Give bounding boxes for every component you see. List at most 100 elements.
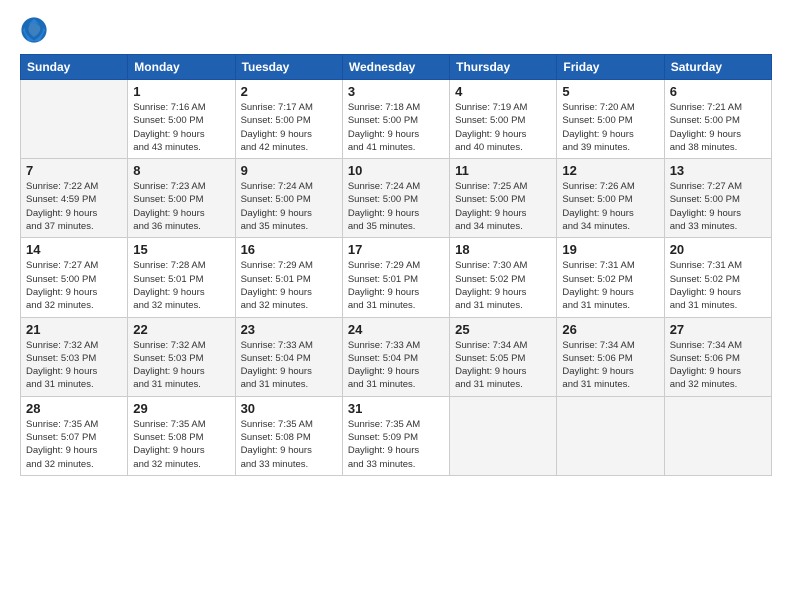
calendar-cell: 31 Sunrise: 7:35 AM Sunset: 5:09 PM Dayli… xyxy=(342,396,449,475)
calendar-cell: 12 Sunrise: 7:26 AM Sunset: 5:00 PM Dayli… xyxy=(557,159,664,238)
calendar-cell: 20Sunrise: 7:31 AM Sunset: 5:02 PM Dayli… xyxy=(664,238,771,317)
day-number: 13 xyxy=(670,163,766,178)
day-number: 3 xyxy=(348,84,444,99)
calendar-cell: 10 Sunrise: 7:24 AM Sunset: 5:00 PM Dayli… xyxy=(342,159,449,238)
logo-icon xyxy=(20,16,48,44)
calendar-cell: 4 Sunrise: 7:19 AM Sunset: 5:00 PM Daylig… xyxy=(450,80,557,159)
day-info: Sunrise: 7:34 AM Sunset: 5:06 PM Dayligh… xyxy=(670,339,766,392)
calendar-cell: 2Sunrise: 7:17 AM Sunset: 5:00 PM Daylig… xyxy=(235,80,342,159)
calendar-cell: 3 Sunrise: 7:18 AM Sunset: 5:00 PM Daylig… xyxy=(342,80,449,159)
day-number: 21 xyxy=(26,322,122,337)
calendar-week-3: 14 Sunrise: 7:27 AM Sunset: 5:00 PM Dayli… xyxy=(21,238,772,317)
day-info: Sunrise: 7:19 AM Sunset: 5:00 PM Dayligh… xyxy=(455,101,551,154)
day-info: Sunrise: 7:27 AM Sunset: 5:00 PM Dayligh… xyxy=(26,259,122,312)
day-info: Sunrise: 7:20 AM Sunset: 5:00 PM Dayligh… xyxy=(562,101,658,154)
weekday-header-saturday: Saturday xyxy=(664,55,771,80)
day-number: 23 xyxy=(241,322,337,337)
calendar-table: SundayMondayTuesdayWednesdayThursdayFrid… xyxy=(20,54,772,476)
day-info: Sunrise: 7:35 AM Sunset: 5:07 PM Dayligh… xyxy=(26,418,122,471)
calendar-cell: 27Sunrise: 7:34 AM Sunset: 5:06 PM Dayli… xyxy=(664,317,771,396)
day-info: Sunrise: 7:18 AM Sunset: 5:00 PM Dayligh… xyxy=(348,101,444,154)
day-number: 15 xyxy=(133,242,229,257)
day-info: Sunrise: 7:17 AM Sunset: 5:00 PM Dayligh… xyxy=(241,101,337,154)
day-info: Sunrise: 7:34 AM Sunset: 5:06 PM Dayligh… xyxy=(562,339,658,392)
calendar-week-2: 7 Sunrise: 7:22 AM Sunset: 4:59 PM Daylig… xyxy=(21,159,772,238)
day-number: 16 xyxy=(241,242,337,257)
calendar-cell: 9 Sunrise: 7:24 AM Sunset: 5:00 PM Daylig… xyxy=(235,159,342,238)
day-number: 24 xyxy=(348,322,444,337)
calendar-cell: 11 Sunrise: 7:25 AM Sunset: 5:00 PM Dayli… xyxy=(450,159,557,238)
weekday-header-sunday: Sunday xyxy=(21,55,128,80)
weekday-header-monday: Monday xyxy=(128,55,235,80)
day-info: Sunrise: 7:25 AM Sunset: 5:00 PM Dayligh… xyxy=(455,180,551,233)
day-info: Sunrise: 7:23 AM Sunset: 5:00 PM Dayligh… xyxy=(133,180,229,233)
day-number: 1 xyxy=(133,84,229,99)
day-number: 12 xyxy=(562,163,658,178)
calendar-cell: 29 Sunrise: 7:35 AM Sunset: 5:08 PM Dayli… xyxy=(128,396,235,475)
header xyxy=(20,16,772,44)
day-number: 28 xyxy=(26,401,122,416)
day-number: 26 xyxy=(562,322,658,337)
day-number: 25 xyxy=(455,322,551,337)
calendar-cell: 1 Sunrise: 7:16 AM Sunset: 5:00 PM Daylig… xyxy=(128,80,235,159)
weekday-header-row: SundayMondayTuesdayWednesdayThursdayFrid… xyxy=(21,55,772,80)
calendar-cell: 8 Sunrise: 7:23 AM Sunset: 5:00 PM Daylig… xyxy=(128,159,235,238)
day-info: Sunrise: 7:35 AM Sunset: 5:09 PM Dayligh… xyxy=(348,418,444,471)
day-number: 8 xyxy=(133,163,229,178)
calendar-week-1: 1 Sunrise: 7:16 AM Sunset: 5:00 PM Daylig… xyxy=(21,80,772,159)
calendar-cell: 14 Sunrise: 7:27 AM Sunset: 5:00 PM Dayli… xyxy=(21,238,128,317)
calendar-cell: 24 Sunrise: 7:33 AM Sunset: 5:04 PM Dayli… xyxy=(342,317,449,396)
day-info: Sunrise: 7:35 AM Sunset: 5:08 PM Dayligh… xyxy=(133,418,229,471)
day-number: 11 xyxy=(455,163,551,178)
day-info: Sunrise: 7:34 AM Sunset: 5:05 PM Dayligh… xyxy=(455,339,551,392)
day-info: Sunrise: 7:27 AM Sunset: 5:00 PM Dayligh… xyxy=(670,180,766,233)
day-info: Sunrise: 7:16 AM Sunset: 5:00 PM Dayligh… xyxy=(133,101,229,154)
day-info: Sunrise: 7:29 AM Sunset: 5:01 PM Dayligh… xyxy=(348,259,444,312)
calendar-cell xyxy=(21,80,128,159)
day-info: Sunrise: 7:24 AM Sunset: 5:00 PM Dayligh… xyxy=(348,180,444,233)
calendar-cell: 7 Sunrise: 7:22 AM Sunset: 4:59 PM Daylig… xyxy=(21,159,128,238)
day-info: Sunrise: 7:22 AM Sunset: 4:59 PM Dayligh… xyxy=(26,180,122,233)
logo xyxy=(20,16,52,44)
day-info: Sunrise: 7:28 AM Sunset: 5:01 PM Dayligh… xyxy=(133,259,229,312)
day-info: Sunrise: 7:26 AM Sunset: 5:00 PM Dayligh… xyxy=(562,180,658,233)
calendar-cell: 25 Sunrise: 7:34 AM Sunset: 5:05 PM Dayli… xyxy=(450,317,557,396)
calendar-cell: 28 Sunrise: 7:35 AM Sunset: 5:07 PM Dayli… xyxy=(21,396,128,475)
day-info: Sunrise: 7:32 AM Sunset: 5:03 PM Dayligh… xyxy=(133,339,229,392)
day-number: 6 xyxy=(670,84,766,99)
calendar-cell: 15 Sunrise: 7:28 AM Sunset: 5:01 PM Dayli… xyxy=(128,238,235,317)
day-info: Sunrise: 7:29 AM Sunset: 5:01 PM Dayligh… xyxy=(241,259,337,312)
calendar-cell: 18 Sunrise: 7:30 AM Sunset: 5:02 PM Dayli… xyxy=(450,238,557,317)
calendar-week-5: 28 Sunrise: 7:35 AM Sunset: 5:07 PM Dayli… xyxy=(21,396,772,475)
day-info: Sunrise: 7:32 AM Sunset: 5:03 PM Dayligh… xyxy=(26,339,122,392)
day-number: 10 xyxy=(348,163,444,178)
day-number: 18 xyxy=(455,242,551,257)
day-info: Sunrise: 7:31 AM Sunset: 5:02 PM Dayligh… xyxy=(670,259,766,312)
day-number: 4 xyxy=(455,84,551,99)
weekday-header-tuesday: Tuesday xyxy=(235,55,342,80)
weekday-header-wednesday: Wednesday xyxy=(342,55,449,80)
day-number: 31 xyxy=(348,401,444,416)
weekday-header-friday: Friday xyxy=(557,55,664,80)
day-info: Sunrise: 7:33 AM Sunset: 5:04 PM Dayligh… xyxy=(241,339,337,392)
day-info: Sunrise: 7:33 AM Sunset: 5:04 PM Dayligh… xyxy=(348,339,444,392)
calendar-cell: 26 Sunrise: 7:34 AM Sunset: 5:06 PM Dayli… xyxy=(557,317,664,396)
day-number: 17 xyxy=(348,242,444,257)
calendar-cell xyxy=(664,396,771,475)
weekday-header-thursday: Thursday xyxy=(450,55,557,80)
day-info: Sunrise: 7:30 AM Sunset: 5:02 PM Dayligh… xyxy=(455,259,551,312)
day-info: Sunrise: 7:24 AM Sunset: 5:00 PM Dayligh… xyxy=(241,180,337,233)
calendar-cell xyxy=(450,396,557,475)
day-info: Sunrise: 7:21 AM Sunset: 5:00 PM Dayligh… xyxy=(670,101,766,154)
day-number: 7 xyxy=(26,163,122,178)
calendar-cell: 17 Sunrise: 7:29 AM Sunset: 5:01 PM Dayli… xyxy=(342,238,449,317)
day-number: 14 xyxy=(26,242,122,257)
calendar-cell xyxy=(557,396,664,475)
day-number: 9 xyxy=(241,163,337,178)
calendar-cell: 30Sunrise: 7:35 AM Sunset: 5:08 PM Dayli… xyxy=(235,396,342,475)
day-number: 29 xyxy=(133,401,229,416)
calendar-cell: 5Sunrise: 7:20 AM Sunset: 5:00 PM Daylig… xyxy=(557,80,664,159)
day-info: Sunrise: 7:31 AM Sunset: 5:02 PM Dayligh… xyxy=(562,259,658,312)
day-number: 22 xyxy=(133,322,229,337)
calendar-cell: 13 Sunrise: 7:27 AM Sunset: 5:00 PM Dayli… xyxy=(664,159,771,238)
